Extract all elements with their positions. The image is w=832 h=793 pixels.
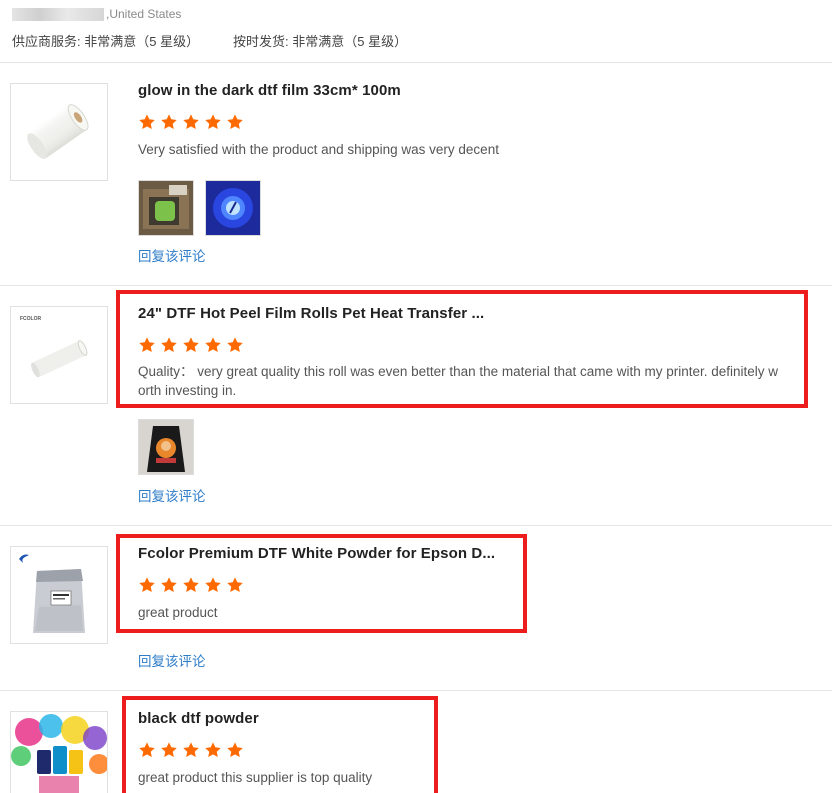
star-icon	[139, 114, 155, 130]
product-thumbnail-hot-peel-film[interactable]: FCOLOR	[10, 306, 108, 404]
blurred-reviewer-name	[12, 7, 104, 21]
highlight-box	[116, 534, 527, 633]
star-icon	[183, 114, 199, 130]
reply-to-review-link[interactable]: 回复该评论	[138, 650, 206, 670]
divider	[0, 285, 832, 286]
reviewer-location: ,United States	[12, 7, 181, 21]
product-thumbnail-black-powder[interactable]	[10, 711, 108, 793]
reply-to-review-link[interactable]: 回复该评论	[138, 485, 206, 505]
divider	[0, 690, 832, 691]
star-icon	[227, 114, 243, 130]
product-title[interactable]: glow in the dark dtf film 33cm* 100m	[138, 82, 401, 99]
review-photo-glow[interactable]	[205, 180, 261, 236]
star-icon	[205, 114, 221, 130]
review-photo-apron[interactable]	[138, 419, 194, 475]
highlight-box	[116, 290, 808, 408]
highlight-box	[122, 696, 438, 793]
divider	[0, 62, 832, 63]
review-text: Very satisfied with the product and ship…	[138, 142, 499, 157]
star-rating	[138, 113, 244, 131]
product-thumbnail-film-roll[interactable]	[10, 83, 108, 181]
star-icon	[161, 114, 177, 130]
on-time-shipping-rating: 按时发货: 非常满意（5 星级）	[233, 34, 408, 49]
supplier-service-rating: 供应商服务: 非常满意（5 星级）	[12, 34, 200, 49]
review-photo-box[interactable]	[138, 180, 194, 236]
divider	[0, 525, 832, 526]
thumbnail-brand-label: FCOLOR	[20, 316, 42, 322]
reply-to-review-link[interactable]: 回复该评论	[138, 245, 206, 265]
reviewer-country: ,United States	[106, 7, 182, 21]
reviews-page: ,United States 供应商服务: 非常满意（5 星级） 按时发货: 非…	[0, 0, 832, 793]
product-thumbnail-white-powder[interactable]	[10, 546, 108, 644]
